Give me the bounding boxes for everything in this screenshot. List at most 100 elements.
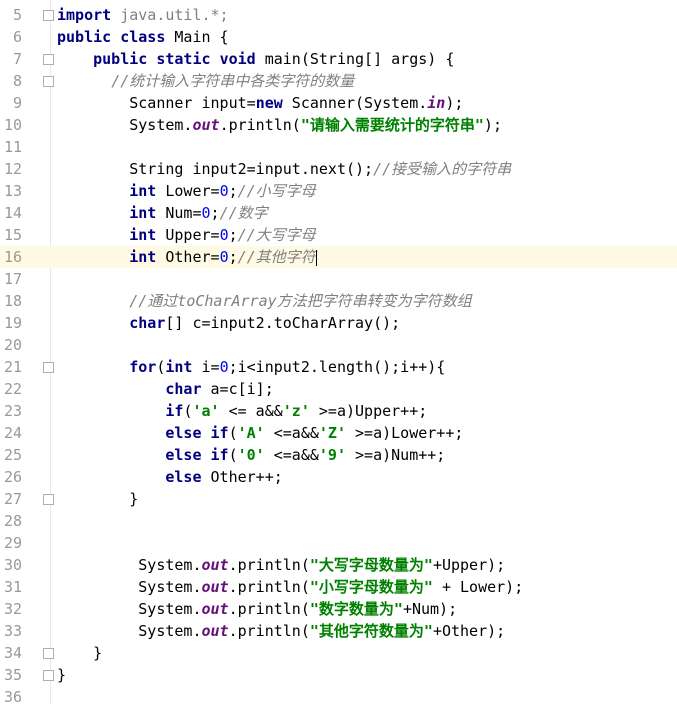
code-text[interactable]: //统计输入字符串中各类字符的数量	[57, 70, 354, 92]
fold-marker-icon[interactable]	[43, 362, 54, 373]
code-text[interactable]: else Other++;	[57, 466, 282, 488]
line-number: 16	[3, 248, 22, 266]
code-text[interactable]: public static void main(String[] args) {	[57, 48, 454, 70]
code-token: System.	[57, 578, 202, 596]
code-line[interactable]: 27 }	[0, 488, 677, 510]
code-text[interactable]: //通过toCharArray方法把字符串转变为字符数组	[57, 290, 472, 312]
code-line[interactable]: 5 import java.util.*;	[0, 4, 677, 26]
code-token: (	[228, 424, 238, 442]
code-line[interactable]: 28	[0, 510, 677, 532]
code-token: Main {	[165, 28, 229, 46]
code-text[interactable]: char a=c[i];	[57, 378, 273, 400]
code-token: Lower=	[156, 182, 220, 200]
code-line[interactable]: 30 System.out.println("大写字母数量为"+Upper);	[0, 554, 677, 576]
code-text[interactable]: else if('A' <=a&&'Z' >=a)Lower++;	[57, 422, 463, 444]
code-token: .println(	[228, 578, 310, 596]
code-text[interactable]: }	[57, 664, 66, 686]
code-text[interactable]: int Other=0;//其他字符	[57, 246, 317, 268]
code-line[interactable]: 9 Scanner input=new Scanner(System.in);	[0, 92, 677, 114]
code-text[interactable]: System.out.println("小写字母数量为" + Lower);	[57, 576, 523, 598]
line-number: 12	[3, 160, 22, 178]
code-line[interactable]: 8 //统计输入字符串中各类字符的数量	[0, 70, 677, 92]
line-number: 6	[12, 28, 22, 46]
code-token: .println(	[228, 622, 310, 640]
code-line[interactable]: 6 public class Main {	[0, 26, 677, 48]
code-token: if	[165, 402, 184, 420]
code-text[interactable]: int Lower=0;//小写字母	[57, 180, 315, 202]
code-text[interactable]: Scanner input=new Scanner(System.in);	[57, 92, 463, 114]
code-token: "数字数量为"	[309, 600, 403, 618]
code-line[interactable]: 36	[0, 686, 677, 708]
code-editor[interactable]: 5 import java.util.*; 6 public class Main {…	[0, 0, 677, 706]
line-number: 10	[3, 116, 22, 134]
code-text[interactable]: int Upper=0;//大写字母	[57, 224, 316, 246]
code-line[interactable]: 31 System.out.println("小写字母数量为" + Lower)…	[0, 576, 677, 598]
code-token: >=a)Num++;	[346, 446, 446, 464]
code-text[interactable]: for(int i=0;i<input2.length();i++){	[57, 356, 445, 378]
code-line[interactable]: 29	[0, 532, 677, 554]
code-token: //通过toCharArray方法把字符串转变为字符数组	[129, 292, 472, 310]
code-token: .println(	[228, 556, 310, 574]
code-line[interactable]: 17	[0, 268, 677, 290]
code-text[interactable]: }	[57, 642, 102, 664]
line-number: 36	[3, 688, 22, 706]
code-text[interactable]: int Num=0;//数字	[57, 202, 267, 224]
code-text[interactable]: else if('0' <=a&&'9' >=a)Num++;	[57, 444, 445, 466]
code-text[interactable]: System.out.println("大写字母数量为"+Upper);	[57, 554, 505, 576]
code-line[interactable]: 18 //通过toCharArray方法把字符串转变为字符数组	[0, 290, 677, 312]
line-number: 19	[3, 314, 22, 332]
code-line[interactable]: 13 int Lower=0;//小写字母	[0, 180, 677, 202]
code-text[interactable]: public class Main {	[57, 26, 229, 48]
code-line[interactable]: 35}	[0, 664, 677, 686]
code-text[interactable]: if('a' <= a&&'z' >=a)Upper++;	[57, 400, 427, 422]
fold-marker-icon[interactable]	[43, 76, 54, 87]
code-line[interactable]: 26 else Other++;	[0, 466, 677, 488]
code-token: >=a)Lower++;	[346, 424, 464, 442]
code-line[interactable]: 23 if('a' <= a&&'z' >=a)Upper++;	[0, 400, 677, 422]
code-line[interactable]: 20	[0, 334, 677, 356]
code-text[interactable]: System.out.println("其他字符数量为"+Other);	[57, 620, 505, 642]
code-text[interactable]: char[] c=input2.toCharArray();	[57, 312, 400, 334]
code-text[interactable]: System.out.println("数字数量为"+Num);	[57, 598, 457, 620]
code-line[interactable]: 25 else if('0' <=a&&'9' >=a)Num++;	[0, 444, 677, 466]
code-token: new	[255, 94, 283, 112]
fold-marker-icon[interactable]	[43, 54, 54, 65]
code-line[interactable]: 11	[0, 136, 677, 158]
code-text[interactable]: System.out.println("请输入需要统计的字符串");	[57, 114, 502, 136]
code-token: //大写字母	[237, 226, 316, 244]
code-line[interactable]: 10 System.out.println("请输入需要统计的字符串");	[0, 114, 677, 136]
code-line[interactable]: 34 }	[0, 642, 677, 664]
fold-marker-icon[interactable]	[43, 648, 54, 659]
code-line[interactable]: 22 char a=c[i];	[0, 378, 677, 400]
code-line[interactable]: 32 System.out.println("数字数量为"+Num);	[0, 598, 677, 620]
line-number: 17	[3, 270, 22, 288]
code-token: }	[57, 666, 67, 684]
code-token: 'z'	[282, 402, 310, 420]
code-line[interactable]: 12 String input2=input.next();//接受输入的字符串	[0, 158, 677, 180]
code-line[interactable]: 14 int Num=0;//数字	[0, 202, 677, 224]
code-token: <=a&&	[264, 424, 319, 442]
code-line[interactable]: 15 int Upper=0;//大写字母	[0, 224, 677, 246]
line-number: 34	[3, 644, 22, 662]
code-token: ;i<input2.length();i++){	[228, 358, 446, 376]
code-token: public	[93, 50, 148, 68]
code-token: out	[201, 600, 229, 618]
code-text[interactable]: String input2=input.next();//接受输入的字符串	[57, 158, 511, 180]
fold-marker-icon[interactable]	[43, 670, 54, 681]
code-line[interactable]: 33 System.out.println("其他字符数量为"+Other);	[0, 620, 677, 642]
code-text[interactable]: }	[57, 488, 138, 510]
fold-marker-icon[interactable]	[43, 10, 54, 21]
code-line[interactable]: 7 public static void main(String[] args)…	[0, 48, 677, 70]
fold-marker-icon[interactable]	[43, 494, 54, 505]
line-number: 29	[3, 534, 22, 552]
line-number: 35	[3, 666, 22, 684]
code-text[interactable]: import java.util.*;	[57, 4, 229, 26]
line-number: 22	[3, 380, 22, 398]
code-line[interactable]: 16 int Other=0;//其他字符	[0, 246, 677, 268]
code-line[interactable]: 24 else if('A' <=a&&'Z' >=a)Lower++;	[0, 422, 677, 444]
code-token: 0	[219, 248, 229, 266]
code-line[interactable]: 21 for(int i=0;i<input2.length();i++){	[0, 356, 677, 378]
code-line[interactable]: 19 char[] c=input2.toCharArray();	[0, 312, 677, 334]
